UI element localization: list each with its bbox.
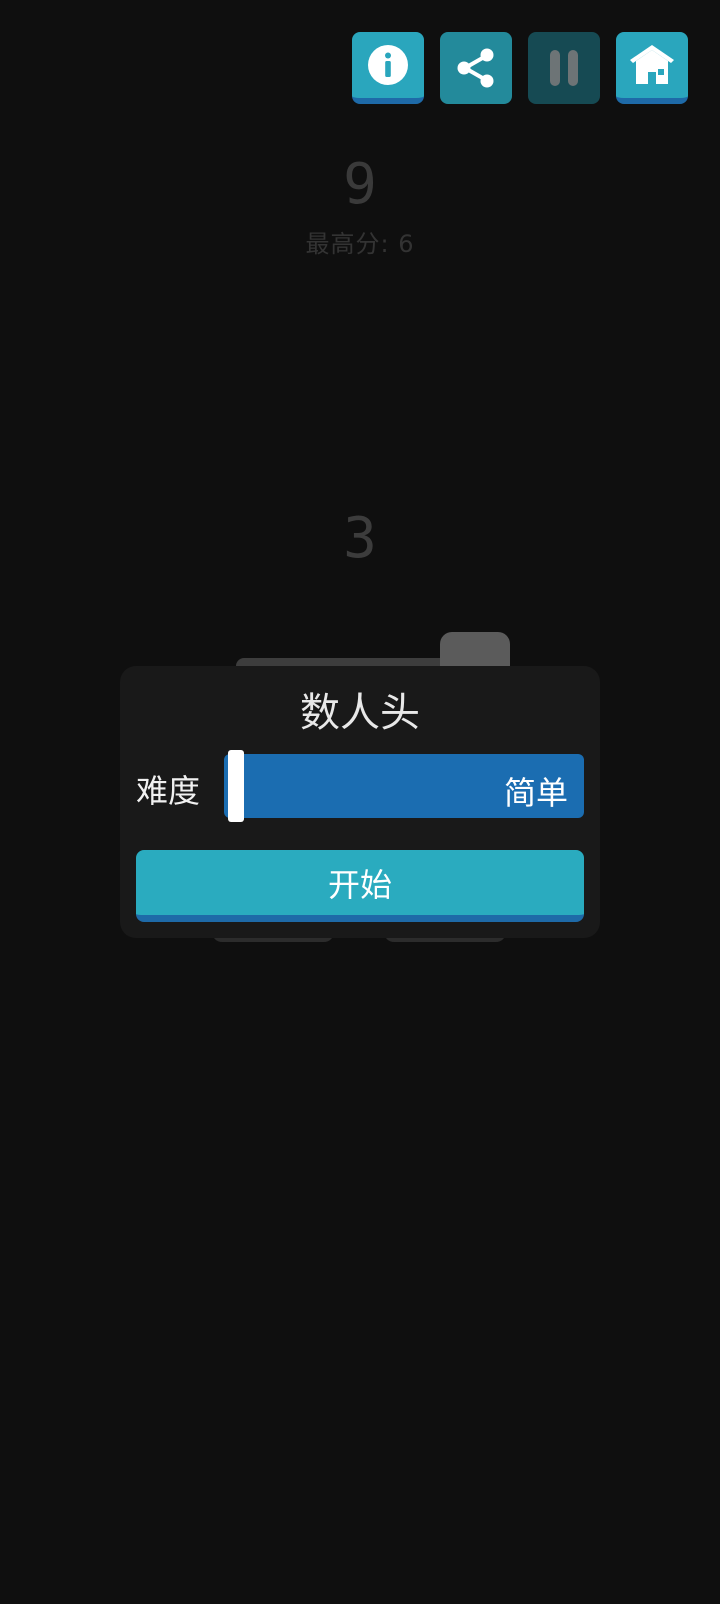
info-icon (368, 45, 408, 85)
slider-track[interactable]: 简单 (224, 754, 584, 818)
slider-thumb[interactable] (228, 750, 244, 822)
game-screen: 9 最高分: 6 3 数人头 难度 简单 开始 (0, 0, 720, 1604)
home-button[interactable] (616, 32, 688, 104)
dialog-title: 数人头 (300, 690, 420, 736)
info-button[interactable] (352, 32, 424, 104)
home-icon (630, 45, 674, 84)
pause-bar-left (550, 50, 560, 86)
start-dialog: 数人头 难度 简单 开始 (120, 666, 600, 938)
share-button[interactable] (440, 32, 512, 104)
count-number: 3 (343, 506, 377, 571)
best-score: 最高分: 6 (305, 230, 415, 258)
difficulty-label: 难度 (136, 772, 201, 810)
score-display: 9 (343, 152, 377, 217)
difficulty-value: 简单 (503, 774, 568, 812)
difficulty-slider[interactable]: 简单 (216, 750, 584, 822)
pause-button[interactable] (528, 32, 600, 104)
share-icon (457, 48, 494, 88)
pause-icon (546, 50, 582, 86)
pause-bar-right (568, 50, 578, 86)
start-button[interactable]: 开始 (136, 850, 584, 922)
